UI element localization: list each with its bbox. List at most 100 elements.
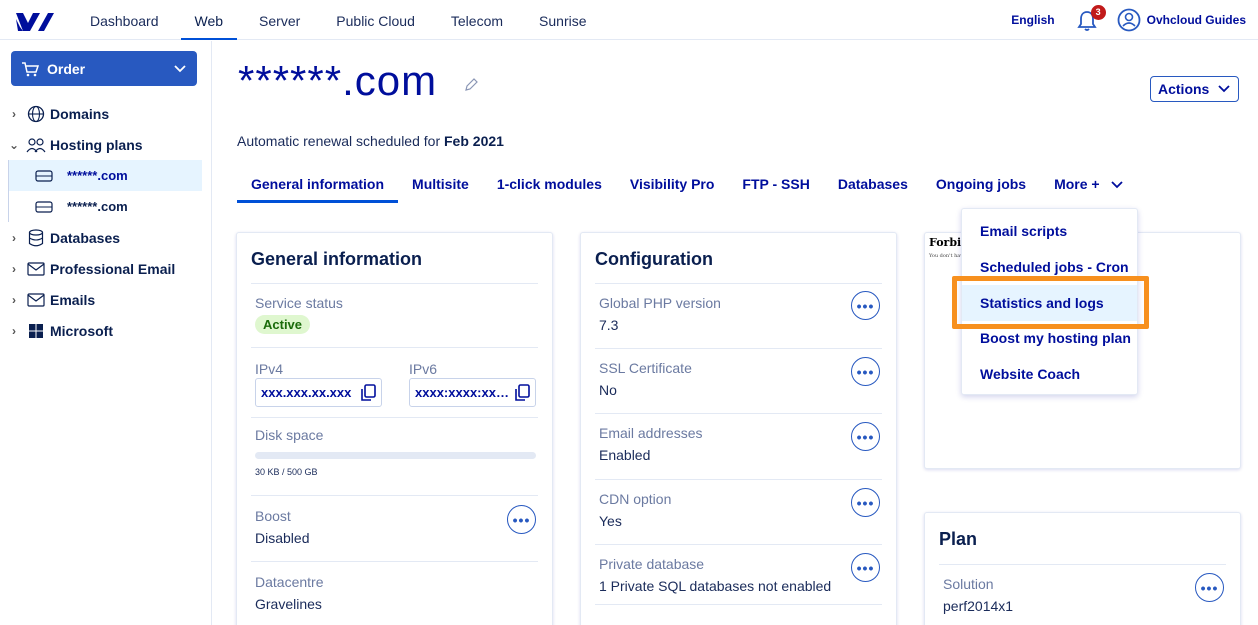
topnav-dashboard[interactable]: Dashboard	[76, 0, 173, 40]
envelope-icon	[26, 291, 46, 309]
private-db-more-button[interactable]: •••	[851, 553, 880, 582]
cdn-more-button[interactable]: •••	[851, 488, 880, 517]
field-value: Disabled	[255, 530, 310, 546]
server-icon	[35, 169, 63, 182]
sidebar-item-emails[interactable]: › Emails	[0, 284, 212, 315]
email-more-button[interactable]: •••	[851, 422, 880, 451]
cart-icon	[22, 61, 39, 76]
status-badge: Active	[255, 315, 311, 334]
php-more-button[interactable]: •••	[851, 291, 880, 320]
field-label: Datacentre	[255, 574, 324, 590]
page-title: ******.com	[238, 57, 438, 104]
copy-icon[interactable]	[360, 383, 376, 402]
sidebar-item-hosting-1[interactable]: ******.com	[8, 160, 202, 191]
language-selector[interactable]: English	[1011, 13, 1054, 27]
sidebar-item-hosting-2[interactable]: ******.com	[8, 191, 202, 222]
field-label: Email addresses	[599, 425, 703, 441]
sidebar-item-domains[interactable]: › Domains	[0, 98, 212, 129]
sidebar-item-label: Professional Email	[50, 260, 176, 277]
field-value: No	[599, 382, 617, 398]
field-value: 7.3	[599, 317, 619, 333]
email-field: Email addresses Enabled	[599, 425, 878, 463]
sidebar-item-label: ******.com	[67, 199, 128, 214]
envelope-icon	[26, 260, 46, 278]
sidebar-item-label: ******.com	[67, 168, 128, 183]
field-label: IPv6	[409, 361, 438, 377]
ipv4-copy-field[interactable]: xxx.xxx.xx.xxx	[255, 378, 382, 407]
field-label: Service status	[255, 295, 343, 311]
tab-bar: General information Multisite 1-click mo…	[237, 169, 1138, 203]
renewal-notice: Automatic renewal scheduled for Feb 2021	[237, 133, 504, 149]
disk-usage-text: 30 KB / 500 GB	[255, 467, 318, 477]
sidebar-item-hosting-plans[interactable]: ⌄ Hosting plans	[0, 129, 212, 160]
chevron-down-icon	[1110, 169, 1124, 200]
field-label: Solution	[943, 576, 994, 592]
main-content: ******.com Actions Automatic renewal sch…	[213, 41, 1258, 625]
sidebar-item-databases[interactable]: › Databases	[0, 222, 212, 253]
ovhcloud-logo[interactable]	[14, 9, 56, 33]
tab-general-information[interactable]: General information	[237, 169, 399, 203]
field-value: Enabled	[599, 447, 651, 463]
divider	[939, 564, 1226, 565]
field-label: Private database	[599, 556, 705, 572]
tab-ongoing-jobs[interactable]: Ongoing jobs	[922, 169, 1040, 203]
ssl-more-button[interactable]: •••	[851, 357, 880, 386]
card-title: Plan	[939, 529, 978, 549]
topnav-sunrise[interactable]: Sunrise	[525, 0, 600, 40]
datacentre-field: Datacentre Gravelines	[255, 574, 534, 612]
tab-ftp-ssh[interactable]: FTP - SSH	[728, 169, 823, 203]
topnav-public-cloud[interactable]: Public Cloud	[322, 0, 429, 40]
php-version-field: Global PHP version 7.3	[599, 295, 878, 333]
divider	[595, 604, 882, 605]
tab-more[interactable]: More +	[1040, 169, 1138, 203]
notifications-button[interactable]: 3	[1075, 5, 1106, 33]
field-value: 1 Private SQL databases not enabled	[599, 578, 832, 594]
tab-more-label: More +	[1054, 176, 1100, 192]
topnav-server[interactable]: Server	[245, 0, 314, 40]
guides-link[interactable]: Ovhcloud Guides	[1117, 8, 1246, 32]
order-button[interactable]: Order	[11, 51, 197, 86]
sidebar-item-label: Domains	[50, 105, 110, 122]
pencil-icon[interactable]	[463, 77, 479, 93]
copy-icon[interactable]	[514, 383, 530, 402]
boost-field: Boost Disabled	[255, 508, 534, 546]
chevron-right-icon: ›	[12, 323, 16, 338]
actions-button[interactable]: Actions	[1150, 76, 1239, 102]
top-right-tools: English 3 Ovhcloud Guides	[1011, 0, 1246, 40]
sidebar-item-microsoft[interactable]: › Microsoft	[0, 315, 212, 346]
tab-visibility-pro[interactable]: Visibility Pro	[616, 169, 729, 203]
general-info-card: General information Service status Activ…	[236, 232, 553, 625]
actions-label: Actions	[1158, 81, 1210, 97]
ipv6-value: xxxx:xxxx:xxxx:xxxx	[415, 385, 514, 400]
field-value: Yes	[599, 513, 622, 529]
tab-multisite[interactable]: Multisite	[398, 169, 483, 203]
top-bar: Dashboard Web Server Public Cloud Teleco…	[0, 0, 1258, 40]
menu-item-email-scripts[interactable]: Email scripts	[962, 213, 1137, 249]
highlight-annotation	[952, 276, 1149, 329]
configuration-card: Configuration Global PHP version 7.3 •••…	[580, 232, 897, 625]
tab-1-click-modules[interactable]: 1-click modules	[483, 169, 616, 203]
divider	[251, 495, 538, 496]
divider	[595, 348, 882, 349]
divider	[595, 479, 882, 480]
boost-more-button[interactable]: •••	[507, 505, 536, 534]
ssl-field: SSL Certificate No	[599, 360, 878, 398]
disk-progress-bar	[255, 452, 536, 459]
topnav-web[interactable]: Web	[180, 0, 238, 40]
topnav-telecom[interactable]: Telecom	[437, 0, 517, 40]
renewal-date: Feb 2021	[444, 133, 504, 149]
ipv6-copy-field[interactable]: xxxx:xxxx:xxxx:xxxx	[409, 378, 536, 407]
chevron-right-icon: ›	[12, 106, 16, 121]
menu-item-website-coach[interactable]: Website Coach	[962, 356, 1137, 392]
sidebar-item-label: Microsoft	[50, 322, 113, 339]
tab-databases[interactable]: Databases	[824, 169, 922, 203]
solution-more-button[interactable]: •••	[1195, 573, 1224, 602]
field-value: Gravelines	[255, 596, 322, 612]
sidebar: Order › Domains ⌄ Hosting plans ******.c…	[0, 41, 212, 625]
plan-card: Plan Solution perf2014x1 •••	[924, 512, 1241, 625]
chevron-down-icon	[1217, 81, 1231, 97]
sidebar-item-professional-email[interactable]: › Professional Email	[0, 253, 212, 284]
field-label: CDN option	[599, 491, 672, 507]
divider	[251, 347, 538, 348]
private-db-field: Private database 1 Private SQL databases…	[599, 556, 878, 594]
